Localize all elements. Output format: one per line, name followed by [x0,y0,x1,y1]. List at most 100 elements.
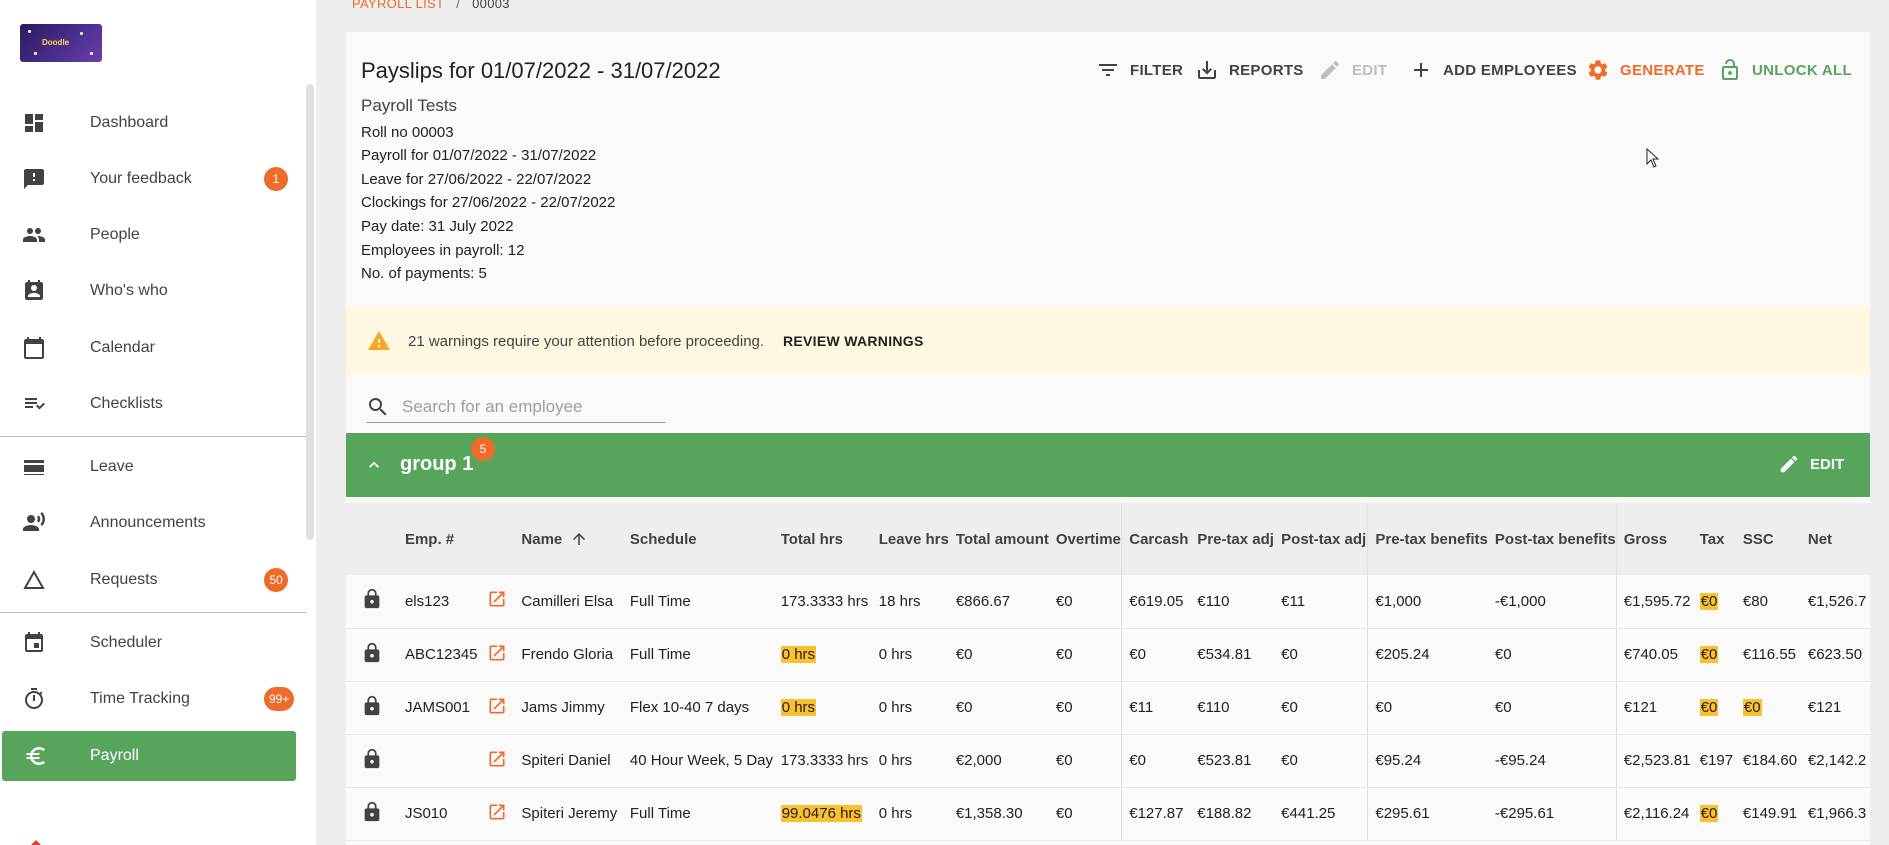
ssc-cell: €116.55 [1735,628,1801,682]
posttax-adj-cell: €0 [1274,628,1368,682]
lock-cell[interactable] [346,628,398,682]
column-header-total-hrs[interactable]: Total hrs [773,503,872,575]
group-edit-button[interactable]: EDIT [1778,453,1844,475]
carcash-cell: €619.05 [1121,575,1191,629]
lock-icon[interactable] [361,748,383,770]
table-row[interactable]: JS010 Spiteri Jeremy Full Time 99.0476 hrs 0… [346,787,1870,841]
column-header-posttax-adj[interactable]: Post-tax adj [1274,503,1368,575]
sidebar-item-people[interactable]: People [0,210,306,260]
mouse-cursor-icon [1646,148,1660,168]
open-external-icon[interactable] [487,749,507,769]
column-header-ssc[interactable]: SSC [1735,503,1801,575]
column-header-total-amount[interactable]: Total amount [948,503,1049,575]
generate-button[interactable]: GENERATE [1586,56,1705,84]
unlock-all-button[interactable]: UNLOCK ALL [1718,56,1852,84]
company-logo[interactable]: Doodle [20,24,102,62]
column-header-schedule[interactable]: Schedule [622,503,774,575]
highlighted-value: €0 [1699,805,1719,822]
leave-hrs-cell: 0 hrs [871,628,949,682]
sort-ascending-icon[interactable] [570,530,588,548]
column-header-pretax-benefits[interactable]: Pre-tax benefits [1367,503,1488,575]
reports-button[interactable]: REPORTS [1195,56,1304,84]
sidebar-item-checklists[interactable]: Checklists [0,379,306,429]
total-amount-cell: €866.67 [948,575,1049,629]
review-warnings-button[interactable]: REVIEW WARNINGS [783,333,924,349]
sidebar-item-label: Your feedback [90,170,192,187]
column-header-leave-hrs[interactable]: Leave hrs [871,503,949,575]
sidebar-item-your-feedback[interactable]: Your feedback 1 [0,154,306,204]
pretax-benefits-cell: €1,000 [1367,575,1488,629]
calendar-icon [24,337,44,359]
column-header-net[interactable]: Net [1800,503,1870,575]
sidebar-item-dashboard[interactable]: Dashboard [0,98,306,148]
sidebar-item-payroll[interactable]: Payroll [2,731,296,781]
highlighted-value: 0 hrs [780,646,817,663]
search-input[interactable] [402,395,662,419]
feedback-icon [24,169,44,189]
sidebar-item-leave[interactable]: Leave [0,442,306,492]
table-row[interactable]: els123 Camilleri Elsa Full Time 173.3333 hr… [346,575,1870,629]
filter-button[interactable]: FILTER [1096,56,1183,84]
sidebar-scrollbar[interactable] [306,84,314,540]
net-cell: €623.50 [1800,628,1870,682]
column-header-gross[interactable]: Gross [1615,503,1693,575]
column-header-name[interactable]: Name [514,503,623,575]
open-external-icon[interactable] [487,696,507,716]
lock-cell[interactable] [346,787,398,841]
lock-icon[interactable] [361,588,383,610]
open-external-icon[interactable] [487,643,507,663]
payslips-table-container: Emp. # Name Schedule Total hrs Leave hrs… [346,503,1870,845]
open-employee-cell[interactable] [478,787,515,841]
column-header-emp[interactable]: Emp. # [397,503,479,575]
plus-icon [1414,63,1428,77]
breadcrumb-payroll-list-link[interactable]: PAYROLL LIST [352,0,444,11]
payments-count: No. of payments: 5 [361,265,487,282]
pretax-benefits-cell: €0 [1367,681,1488,735]
open-employee-cell[interactable] [478,681,515,735]
sidebar-item-announcements[interactable]: Announcements [0,498,306,548]
sidebar-item-scheduler[interactable]: Scheduler [0,618,306,668]
group-header[interactable]: group 1 5 EDIT [346,433,1870,497]
total-hrs-cell: 0 hrs [773,681,872,735]
generate-label: GENERATE [1620,61,1705,79]
leave-icon [24,460,44,475]
column-header-carcash[interactable]: Carcash [1121,503,1191,575]
sidebar-item-whos-who[interactable]: Who's who [0,266,306,316]
total-amount-cell: €1,358.30 [948,787,1049,841]
lock-cell[interactable] [346,681,398,735]
lock-icon[interactable] [361,695,383,717]
column-header-overtime[interactable]: Overtime [1048,503,1122,575]
sidebar-item-requests[interactable]: Requests 50 [0,555,306,605]
open-employee-cell[interactable] [478,575,515,629]
table-row[interactable]: ABC12345 Frendo Gloria Full Time 0 hrs 0 hrs… [346,628,1870,682]
employees-count: Employees in payroll: 12 [361,242,525,259]
group-count-badge: 5 [471,437,495,461]
chevron-up-icon[interactable] [364,455,384,475]
lock-icon[interactable] [361,642,383,664]
column-header-pretax-adj[interactable]: Pre-tax adj [1190,503,1275,575]
net-cell: €1,966.3 [1800,787,1870,841]
edit-button[interactable]: EDIT [1318,56,1387,84]
page-title: Payslips for 01/07/2022 - 31/07/2022 [361,58,721,83]
talexio-logo [31,840,41,845]
open-employee-cell[interactable] [478,628,515,682]
sidebar-item-time-tracking[interactable]: Time Tracking 99+ [0,674,306,724]
sidebar-item-label: Time Tracking [90,690,190,707]
filter-icon [1099,64,1117,76]
dashboard-icon [25,114,43,132]
lock-icon[interactable] [361,801,383,823]
sidebar-divider [0,612,306,613]
sidebar-item-calendar[interactable]: Calendar [0,323,306,373]
schedule-cell: Full Time [622,575,774,629]
table-row[interactable]: Spiteri Daniel 40 Hour Week, 5 Day 173.333… [346,734,1870,788]
open-external-icon[interactable] [487,589,507,609]
table-row[interactable]: JAMS001 Jams Jimmy Flex 10-40 7 days 0 hrs 0… [346,681,1870,735]
open-employee-cell[interactable] [478,734,515,788]
column-header-tax[interactable]: Tax [1692,503,1736,575]
open-external-icon[interactable] [487,802,507,822]
add-employees-button[interactable]: ADD EMPLOYEES [1409,56,1577,84]
emp-cell: JAMS001 [397,681,479,735]
lock-cell[interactable] [346,575,398,629]
lock-cell[interactable] [346,734,398,788]
column-header-posttax-benefits[interactable]: Post-tax benefits [1487,503,1617,575]
